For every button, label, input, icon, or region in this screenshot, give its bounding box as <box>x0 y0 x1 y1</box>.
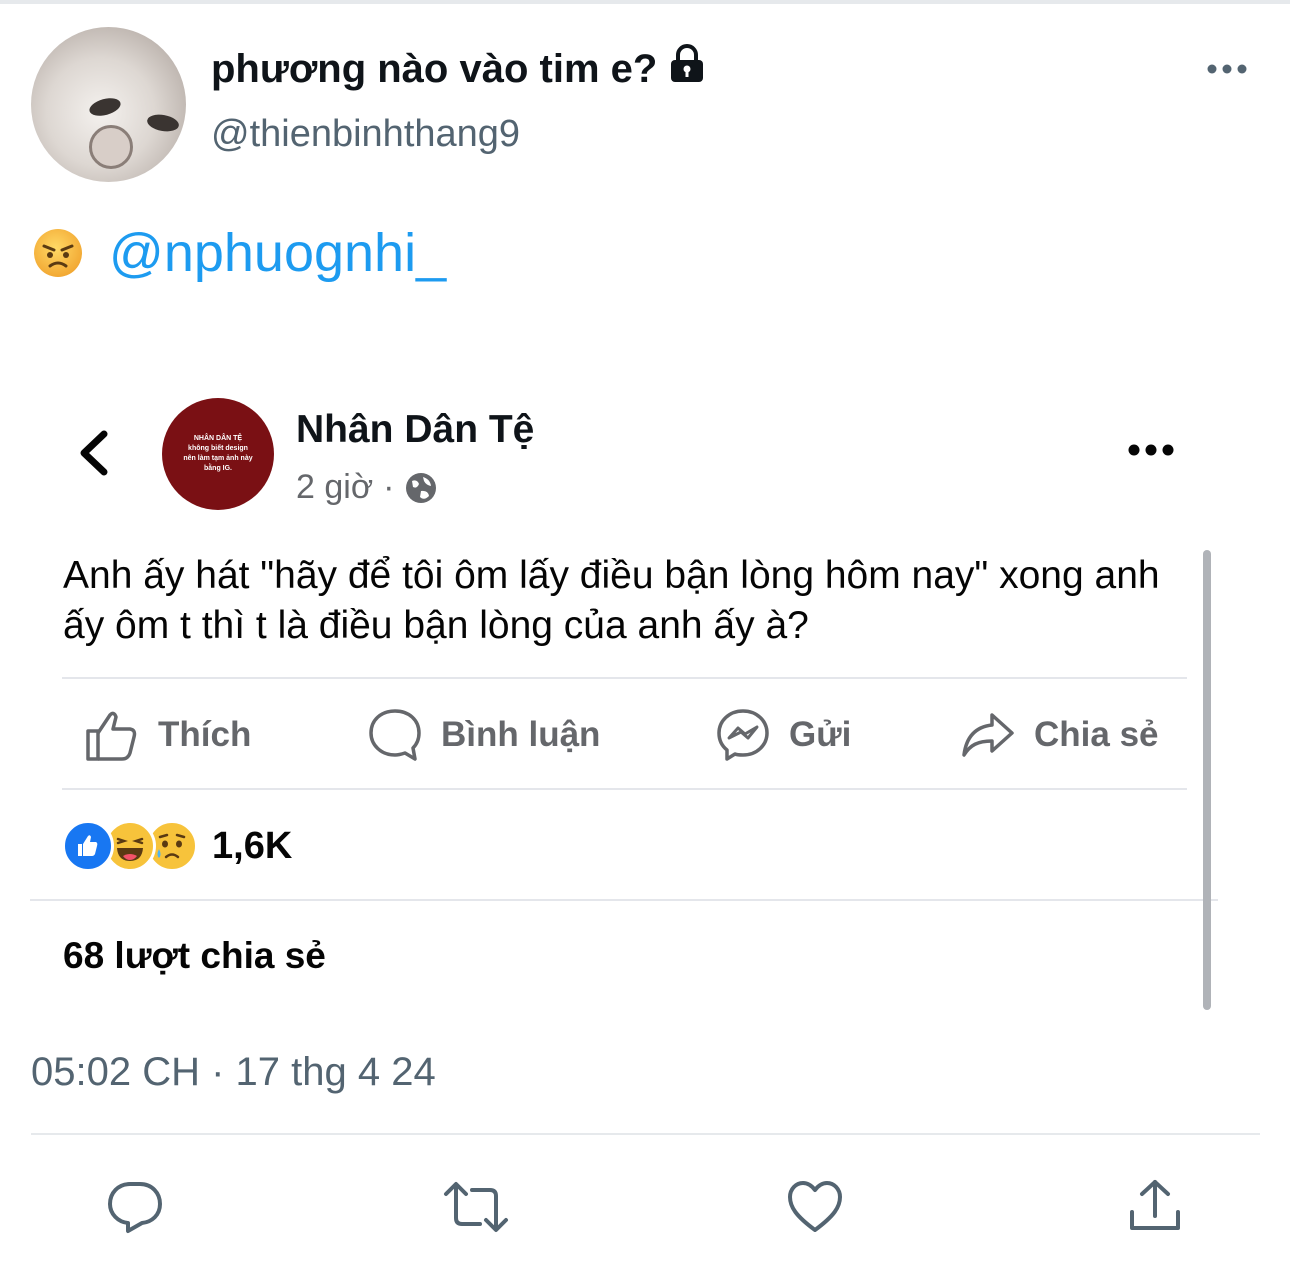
page-avatar[interactable]: NHÂN DÂN TỆ không biết design nên làm tạ… <box>162 398 274 510</box>
share-icon <box>962 713 1014 757</box>
share-tweet-button[interactable] <box>1126 1178 1184 1241</box>
back-chevron-icon[interactable] <box>76 428 112 483</box>
reply-icon <box>108 1182 162 1233</box>
retweet-icon <box>444 1182 508 1232</box>
page-name[interactable]: Nhân Dân Tệ <box>296 408 534 452</box>
divider <box>30 899 1218 901</box>
like-reaction-icon <box>62 820 114 872</box>
retweet-button[interactable] <box>442 1178 510 1241</box>
scrollbar[interactable] <box>1203 550 1211 1010</box>
tweet-text: @nphuognhi_ <box>33 222 446 284</box>
mention-link[interactable]: @nphuognhi_ <box>109 222 446 284</box>
reaction-count: 1,6K <box>212 824 293 867</box>
reactions-summary[interactable]: 1,6K <box>62 820 292 872</box>
divider <box>62 677 1187 679</box>
like-icon <box>86 711 137 761</box>
comment-label: Bình luận <box>441 715 601 754</box>
reply-button[interactable] <box>106 1178 164 1241</box>
like-tweet-button[interactable] <box>786 1178 844 1241</box>
comment-icon <box>369 709 421 761</box>
top-border <box>0 0 1290 4</box>
divider <box>62 788 1187 790</box>
upload-icon <box>1130 1180 1180 1230</box>
like-button[interactable]: Thích <box>84 690 251 780</box>
meta-separator: · <box>383 468 395 506</box>
post-time: 2 giờ <box>296 468 374 506</box>
display-name[interactable]: phương nào vào tim e? <box>211 44 705 94</box>
divider <box>31 1133 1260 1135</box>
avatar-eye <box>87 95 123 119</box>
comment-button[interactable]: Bình luận <box>367 690 600 780</box>
globe-icon <box>406 472 437 503</box>
avatar-eye <box>145 112 181 134</box>
avatar-mouth <box>89 125 133 169</box>
messenger-icon <box>717 709 769 761</box>
page-avatar-text: NHÂN DÂN TỆ không biết design nên làm tạ… <box>183 435 253 472</box>
post-more-icon[interactable] <box>1128 443 1174 462</box>
more-icon[interactable] <box>1207 62 1247 80</box>
tweet-timestamp[interactable]: 05:02 CH · 17 thg 4 24 <box>31 1050 436 1095</box>
user-handle[interactable]: @thienbinhthang9 <box>211 113 520 156</box>
share-button[interactable]: Chia sẻ <box>960 690 1159 780</box>
lock-icon <box>669 44 705 94</box>
user-avatar[interactable] <box>31 27 186 182</box>
angry-face-icon <box>34 229 82 277</box>
send-label: Gửi <box>789 715 852 754</box>
share-label: Chia sẻ <box>1034 715 1159 754</box>
share-count[interactable]: 68 lượt chia sẻ <box>63 935 326 977</box>
send-button[interactable]: Gửi <box>715 690 851 780</box>
like-label: Thích <box>158 715 252 754</box>
post-body: Anh ấy hát "hãy để tôi ôm lấy điều bận l… <box>63 554 1160 647</box>
post-meta: 2 giờ · <box>296 468 438 507</box>
display-name-text: phương nào vào tim e? <box>211 46 658 91</box>
post-actions: Thích Bình luận Gửi Chia sẻ <box>62 690 1187 780</box>
heart-icon <box>788 1181 842 1232</box>
